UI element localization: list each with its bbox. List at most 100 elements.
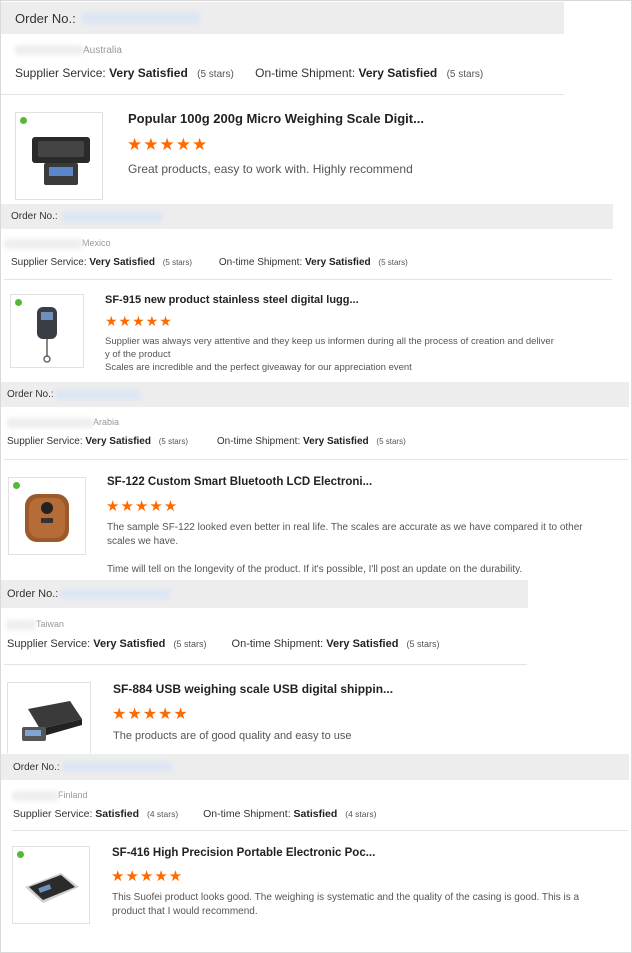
pocket-scale-image: [25, 873, 79, 903]
buyer-info: Arabia: [7, 417, 119, 428]
product-title[interactable]: SF-884 USB weighing scale USB digital sh…: [113, 682, 393, 696]
order-label: Order No.:: [7, 588, 59, 600]
service-label: Supplier Service:: [11, 257, 87, 268]
buyer-name-redacted: [15, 45, 83, 56]
luggage-scale-image: [37, 307, 57, 363]
service-stars: (5 stars): [173, 639, 207, 649]
order-label: Order No.:: [7, 389, 54, 400]
divider: [4, 279, 612, 280]
divider: [12, 830, 628, 831]
service-stars: (4 stars): [146, 809, 179, 819]
brand-logo-icon: [13, 482, 20, 489]
product-title[interactable]: SF-122 Custom Smart Bluetooth LCD Electr…: [107, 476, 372, 488]
service-label: Supplier Service:: [7, 638, 91, 650]
review-comment: Great products, easy to work with. Highl…: [128, 162, 413, 176]
star-rating: ★★★★★: [127, 135, 209, 154]
review-comment-line: This Suofei product looks good. The weig…: [112, 892, 580, 903]
product-thumbnail[interactable]: [7, 682, 91, 753]
order-label: Order No.:: [15, 10, 76, 26]
brand-logo-icon: [20, 117, 27, 124]
order-number-redacted: [61, 211, 162, 222]
shipment-stars: (5 stars): [376, 437, 406, 446]
shipment-value: Very Satisfied: [326, 638, 399, 650]
buyer-name-redacted: [4, 238, 82, 249]
review-comment-line: Scales are incredible and the perfect gi…: [105, 362, 412, 373]
buyer-country: Taiwan: [36, 619, 65, 629]
shipment-label: On-time Shipment:: [216, 436, 301, 447]
shipment-value: Very Satisfied: [303, 436, 369, 447]
shipping-scale-image: [22, 701, 82, 741]
service-value: Very Satisfied: [85, 436, 151, 447]
buyer-country: Australia: [83, 45, 122, 56]
buyer-info: Mexico: [4, 238, 111, 249]
buyer-info: Australia: [15, 45, 122, 56]
order-number-redacted: [81, 12, 200, 24]
review-comment: The products are of good quality and eas…: [113, 730, 352, 742]
order-label: Order No.:: [11, 211, 58, 222]
order-bar: Order No.:: [1, 580, 528, 608]
pocket-scale-image: [32, 137, 90, 185]
service-value: Very Satisfied: [89, 257, 155, 268]
shipment-label: On-time Shipment:: [203, 808, 291, 820]
shipment-value: Very Satisfied: [358, 66, 438, 80]
divider: [1, 94, 564, 95]
service-label: Supplier Service:: [13, 808, 93, 820]
service-label: Supplier Service:: [7, 436, 83, 447]
shipment-value: Satisfied: [293, 808, 338, 820]
shipment-label: On-time Shipment:: [218, 257, 303, 268]
shipment-label: On-time Shipment:: [255, 66, 356, 80]
order-label: Order No.:: [13, 761, 60, 773]
shipment-label: On-time Shipment:: [231, 638, 324, 650]
rating-summary: Supplier Service: Very Satisfied (5 star…: [15, 66, 483, 80]
product-thumbnail[interactable]: [10, 294, 84, 368]
order-bar: Order No.:: [1, 382, 629, 407]
review-comment-line: Time will tell on the longevity of the p…: [107, 564, 523, 575]
shipment-stars: (5 stars): [446, 69, 484, 80]
rating-summary: Supplier Service: Very Satisfied (5 star…: [7, 436, 406, 447]
shipment-stars: (4 stars): [345, 809, 377, 819]
buyer-info: Taiwan: [6, 619, 64, 630]
buyer-country: Finland: [58, 790, 88, 800]
rating-summary: Supplier Service: Satisfied (4 stars) On…: [13, 808, 376, 820]
buyer-info: Finland: [12, 790, 88, 801]
bathroom-scale-image: [25, 494, 69, 542]
buyer-name-redacted: [6, 619, 36, 630]
shipment-value: Very Satisfied: [305, 257, 371, 268]
star-rating: ★★★★★: [106, 498, 179, 515]
order-number-redacted: [60, 589, 171, 599]
order-number-redacted: [61, 762, 172, 772]
shipment-stars: (5 stars): [406, 639, 440, 649]
brand-logo-icon: [15, 299, 22, 306]
order-bar: Order No.:: [1, 754, 629, 780]
product-title[interactable]: SF-416 High Precision Portable Electroni…: [112, 847, 375, 859]
review-comment-line: y of the product: [105, 349, 171, 360]
buyer-name-redacted: [7, 417, 93, 428]
buyer-name-redacted: [12, 790, 58, 801]
divider: [4, 664, 527, 665]
product-thumbnail[interactable]: [15, 112, 103, 200]
product-title[interactable]: Popular 100g 200g Micro Weighing Scale D…: [128, 111, 424, 126]
review-comment-line: The sample SF-122 looked even better in …: [107, 522, 583, 533]
order-bar: Order No.:: [1, 204, 613, 229]
service-value: Satisfied: [95, 808, 140, 820]
product-title[interactable]: SF-915 new product stainless steel digit…: [105, 294, 359, 306]
service-label: Supplier Service:: [15, 66, 106, 80]
buyer-country: Mexico: [82, 238, 111, 248]
rating-summary: Supplier Service: Very Satisfied (5 star…: [7, 638, 440, 650]
product-thumbnail[interactable]: [8, 477, 86, 555]
order-bar: Order No.:: [1, 2, 564, 34]
service-value: Very Satisfied: [93, 638, 166, 650]
rating-summary: Supplier Service: Very Satisfied (5 star…: [11, 257, 408, 268]
star-rating: ★★★★★: [105, 313, 173, 329]
product-thumbnail[interactable]: [12, 846, 90, 924]
review-comment-line: product that I would recommend.: [112, 906, 258, 917]
brand-logo-icon: [17, 851, 24, 858]
service-value: Very Satisfied: [109, 66, 188, 80]
service-stars: (5 stars): [162, 258, 193, 267]
review-comment-line: Supplier was always very attentive and t…: [105, 336, 554, 347]
service-stars: (5 stars): [158, 437, 189, 446]
order-number-redacted: [55, 389, 140, 400]
divider: [4, 459, 628, 460]
star-rating: ★★★★★: [111, 868, 184, 885]
star-rating: ★★★★★: [112, 706, 189, 723]
